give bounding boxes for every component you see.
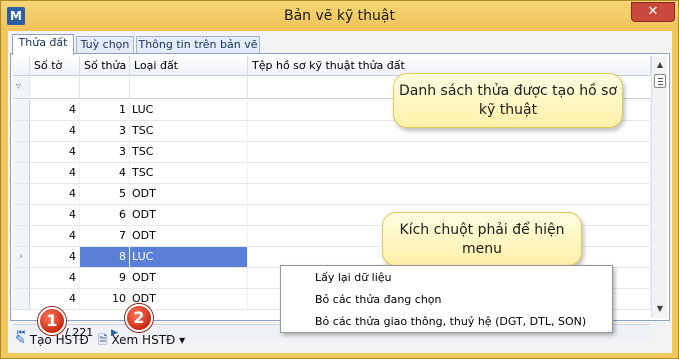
cell-so-to[interactable]: 4 [30, 226, 80, 246]
row-indicator [13, 142, 30, 162]
row-indicator [13, 100, 30, 120]
cell-so-thua[interactable]: 4 [80, 163, 130, 183]
cell-tep-ho-so[interactable] [248, 142, 651, 162]
cell-so-to[interactable]: 4 [30, 100, 80, 120]
vertical-scrollbar[interactable]: ▲ ▼ [651, 56, 667, 318]
close-button[interactable]: ✕ [631, 2, 675, 22]
callout-right-click-text: Kích chuột phải để hiện menu [399, 222, 565, 257]
row-indicator [13, 205, 30, 225]
cell-so-to[interactable]: 4 [30, 121, 80, 141]
cell-so-to[interactable]: 4 [30, 184, 80, 204]
scroll-thumb[interactable] [654, 74, 666, 88]
cell-loai-dat[interactable]: ODT [130, 205, 248, 225]
menu-item-deselect[interactable]: Bỏ các thửa đang chọn [315, 290, 442, 310]
filter-icon: ▿ [16, 81, 22, 92]
row-indicator [13, 268, 30, 288]
header-indicator [13, 56, 30, 76]
column-loai-dat[interactable]: Loại đất [130, 56, 248, 76]
view-hstd-label: Xem HSTĐ [111, 333, 176, 347]
cell-loai-dat[interactable]: ODT [130, 184, 248, 204]
table-row[interactable]: 4 4 TSC [13, 163, 651, 184]
callout-right-click: Kích chuột phải để hiện menu [382, 212, 582, 266]
row-indicator [13, 184, 30, 204]
cell-loai-dat[interactable]: TSC [130, 142, 248, 162]
menu-item-reload[interactable]: Lấy lại dữ liệu [315, 268, 392, 288]
table-row[interactable]: 4 5 ODT [13, 184, 651, 205]
cell-so-to[interactable]: 4 [30, 289, 80, 309]
cell-so-to[interactable]: 4 [30, 163, 80, 183]
tab-tuy-chon[interactable]: Tuỳ chọn [76, 36, 134, 54]
menu-item-remove-transport[interactable]: Bỏ các thửa giao thông, thuỷ hệ (DGT, DT… [315, 312, 586, 332]
cell-loai-dat[interactable]: ODT [130, 226, 248, 246]
cell-so-thua[interactable]: 9 [80, 268, 130, 288]
callout-danh-sach: Danh sách thửa được tạo hồ sơ kỹ thuật [393, 73, 623, 128]
cell-so-to[interactable]: 4 [30, 142, 80, 162]
cell-tep-ho-so[interactable] [248, 163, 651, 183]
filter-indicator: ▿ [13, 76, 30, 98]
tab-thua-dat[interactable]: Thửa đất [12, 34, 74, 55]
cell-loai-dat[interactable]: TSC [130, 163, 248, 183]
cell-so-thua[interactable]: 6 [80, 205, 130, 225]
row-indicator [13, 289, 30, 309]
window-title: Bản vẽ kỹ thuật [283, 8, 395, 24]
scroll-down-icon[interactable]: ▼ [652, 302, 668, 316]
dropdown-arrow-icon: ▾ [179, 333, 186, 347]
tab-thong-tin[interactable]: Thông tin trên bản vẽ [136, 36, 260, 54]
callout-danh-sach-text: Danh sách thửa được tạo hồ sơ kỹ thuật [398, 83, 618, 118]
cell-loai-dat[interactable]: ODT [130, 268, 248, 288]
cell-loai-dat[interactable]: LUC [130, 100, 248, 120]
title-bar: M Bản vẽ kỹ thuật ✕ [1, 1, 678, 31]
column-so-to[interactable]: Số tờ [30, 56, 80, 76]
filter-cell[interactable] [130, 76, 248, 98]
scroll-up-icon[interactable]: ▲ [652, 58, 668, 72]
filter-cell[interactable] [80, 76, 130, 98]
cell-so-thua[interactable]: 7 [80, 226, 130, 246]
cell-so-to[interactable]: 4 [30, 205, 80, 225]
cell-loai-dat[interactable]: TSC [130, 121, 248, 141]
table-row[interactable]: 4 3 TSC [13, 142, 651, 163]
view-hstd-button[interactable]: 🗎 Xem HSTĐ ▾ [98, 331, 185, 349]
row-indicator [13, 121, 30, 141]
step-marker-2: 2 [125, 304, 153, 332]
document-icon: 🗎 [98, 333, 108, 347]
context-menu: Lấy lại dữ liệu Bỏ các thửa đang chọn Bỏ… [280, 265, 613, 333]
cell-so-thua[interactable]: 1 [80, 100, 130, 120]
cell-so-to[interactable]: 4 [30, 268, 80, 288]
cell-so-thua[interactable]: 3 [80, 142, 130, 162]
row-indicator: › [13, 247, 30, 267]
step-marker-1: 1 [38, 307, 66, 335]
row-indicator [13, 163, 30, 183]
create-hstd-label: Tạo HSTĐ [29, 333, 89, 347]
row-indicator [13, 226, 30, 246]
column-so-thua[interactable]: Số thửa [80, 56, 130, 76]
pencil-icon: ✎ [15, 333, 26, 348]
cell-so-thua[interactable]: 3 [80, 121, 130, 141]
cell-so-thua[interactable]: 8 [80, 247, 130, 267]
cell-so-thua[interactable]: 10 [80, 289, 130, 309]
cell-tep-ho-so[interactable] [248, 184, 651, 204]
filter-cell[interactable] [30, 76, 80, 98]
cell-loai-dat[interactable]: ODT [130, 289, 248, 309]
cell-loai-dat[interactable]: LUC [130, 247, 248, 267]
cell-so-to[interactable]: 4 [30, 247, 80, 267]
cell-so-thua[interactable]: 5 [80, 184, 130, 204]
